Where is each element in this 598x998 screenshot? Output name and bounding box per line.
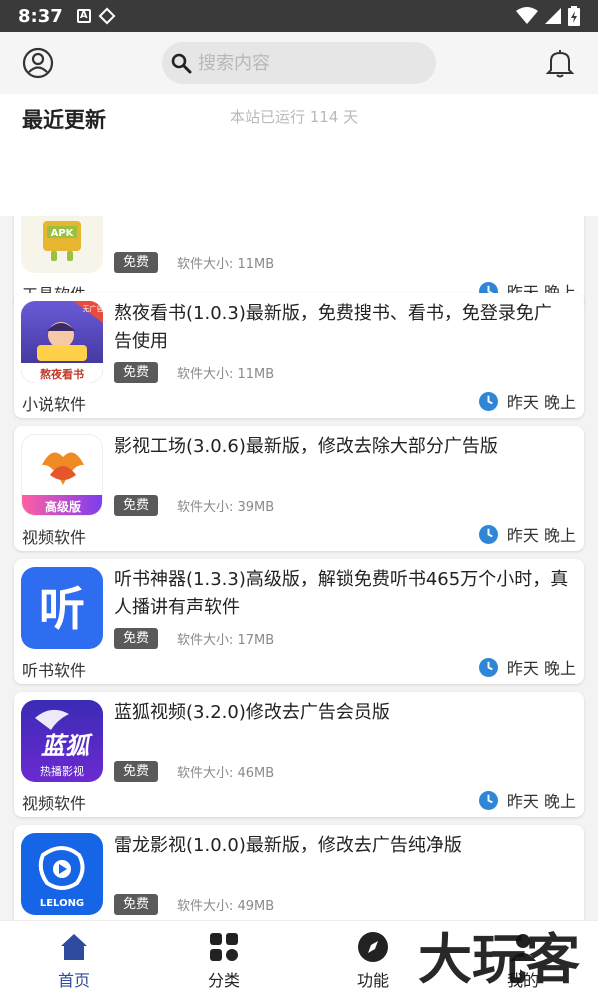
app-time: 昨天 晚上: [506, 393, 576, 412]
app-size: 软件大小: 11MB: [177, 257, 275, 272]
aoye-kanshu-icon: 熬夜看书 无广告: [21, 301, 103, 383]
status-icons: [516, 6, 580, 26]
aoye-icon-label: 熬夜看书: [40, 367, 84, 381]
app-size: 软件大小: 11MB: [177, 367, 275, 382]
status-time: 8:37: [18, 5, 63, 27]
nav-category[interactable]: 分类: [164, 921, 284, 998]
lanhu-icon-sub: 热播影视: [40, 764, 84, 778]
app-category[interactable]: 视频软件: [22, 790, 86, 814]
search-icon: [171, 53, 192, 74]
nav-label: 分类: [207, 971, 240, 990]
free-badge: 免费: [114, 362, 159, 383]
free-badge: 免费: [114, 628, 159, 649]
lanhu-icon: 蓝狐 热播影视: [21, 700, 103, 782]
tingshu-icon-glyph: 听: [39, 582, 85, 636]
update-time: 昨天 晚上: [478, 389, 576, 413]
search-bar[interactable]: [162, 42, 436, 84]
grid-icon: [210, 933, 238, 961]
free-badge: 免费: [114, 495, 159, 516]
lelong-icon: LELONG: [21, 833, 103, 915]
nav-home[interactable]: 首页: [14, 921, 134, 998]
status-bar: 8:37 A: [0, 0, 598, 32]
clock-icon: [478, 391, 498, 411]
apk-android-icon: APK: [21, 216, 103, 273]
app-card[interactable]: 蓝狐 热播影视 蓝狐视频(3.2.0)修改去广告会员版 免费 软件大小: 46M…: [14, 692, 584, 817]
a-notification-icon: A: [76, 9, 91, 23]
free-badge: 免费: [114, 894, 159, 915]
search-input[interactable]: [198, 52, 418, 74]
tingshu-icon: 听: [21, 567, 103, 649]
home-icon: [61, 934, 87, 960]
update-time: 昨天 晚上: [478, 655, 576, 679]
signal-icon: [545, 8, 561, 24]
section-title: 最近更新: [22, 108, 106, 132]
battery-icon: [568, 6, 580, 26]
user-profile-icon[interactable]: [22, 47, 54, 79]
bell-icon[interactable]: [546, 48, 574, 78]
yingshi-icon-label: 高级版: [45, 499, 81, 514]
app-category[interactable]: 听书软件: [22, 657, 86, 681]
app-time: 昨天 晚上: [506, 526, 576, 545]
free-badge: 免费: [114, 252, 159, 273]
apk-label: APK: [51, 228, 75, 239]
app-time: 昨天 晚上: [506, 792, 576, 811]
update-time: 昨天 晚上: [478, 788, 576, 812]
diamond-notification-icon: [98, 7, 116, 25]
clock-icon: [478, 790, 498, 810]
yingshi-gongchang-icon: 高级版: [21, 434, 103, 516]
clock-icon: [478, 657, 498, 677]
site-uptime: 本站已运行 114 天: [230, 108, 359, 126]
update-time: 昨天 晚上: [478, 522, 576, 546]
app-category[interactable]: 视频软件: [22, 524, 86, 548]
app-title[interactable]: 听书神器(1.3.3)高级版，解锁免费听书465万个小时，真人播讲有声软件: [114, 566, 569, 622]
nav-label: 首页: [57, 971, 90, 990]
app-size: 软件大小: 39MB: [177, 500, 275, 515]
lanhu-icon-label: 蓝狐: [41, 732, 93, 760]
lelong-icon-label: LELONG: [40, 898, 84, 909]
watermark-text: 大玩客: [418, 928, 580, 990]
top-header: [0, 32, 598, 94]
clock-icon: [478, 524, 498, 544]
app-size: 软件大小: 49MB: [177, 899, 275, 914]
free-badge: 免费: [114, 761, 159, 782]
app-size: 软件大小: 17MB: [177, 633, 275, 648]
app-title[interactable]: 影视工场(3.0.6)最新版，修改去除大部分广告版: [114, 433, 569, 461]
app-card[interactable]: 听 听书神器(1.3.3)高级版，解锁免费听书465万个小时，真人播讲有声软件 …: [14, 559, 584, 684]
dawanke-watermark: 大玩客: [418, 928, 580, 990]
wifi-icon: [516, 7, 538, 24]
app-title[interactable]: 熬夜看书(1.0.3)最新版，免费搜书、看书，免登录免广告使用: [114, 300, 569, 356]
app-category[interactable]: 小说软件: [22, 391, 86, 415]
app-time: 昨天 晚上: [506, 659, 576, 678]
app-title[interactable]: 雷龙影视(1.0.0)最新版，修改去广告纯净版: [114, 832, 569, 860]
app-title[interactable]: ...: [114, 216, 569, 218]
no-ads-corner: 无广告: [83, 304, 104, 313]
app-card[interactable]: 熬夜看书 无广告 熬夜看书(1.0.3)最新版，免费搜书、看书，免登录免广告使用…: [14, 293, 584, 418]
app-list[interactable]: APK ... 免费 软件大小: 11MB 工具软件 昨天 晚上 熬夜看书 无广…: [0, 216, 598, 920]
app-card[interactable]: 高级版 影视工场(3.0.6)最新版，修改去除大部分广告版 免费 软件大小: 3…: [14, 426, 584, 551]
app-card[interactable]: LELONG 雷龙影视(1.0.0)最新版，修改去广告纯净版 免费 软件大小: …: [14, 825, 584, 920]
compass-icon: [358, 932, 388, 962]
app-size: 软件大小: 46MB: [177, 766, 275, 781]
recent-updates-header: 最近更新 本站已运行 114 天: [0, 94, 598, 216]
app-title[interactable]: 蓝狐视频(3.2.0)修改去广告会员版: [114, 699, 569, 727]
